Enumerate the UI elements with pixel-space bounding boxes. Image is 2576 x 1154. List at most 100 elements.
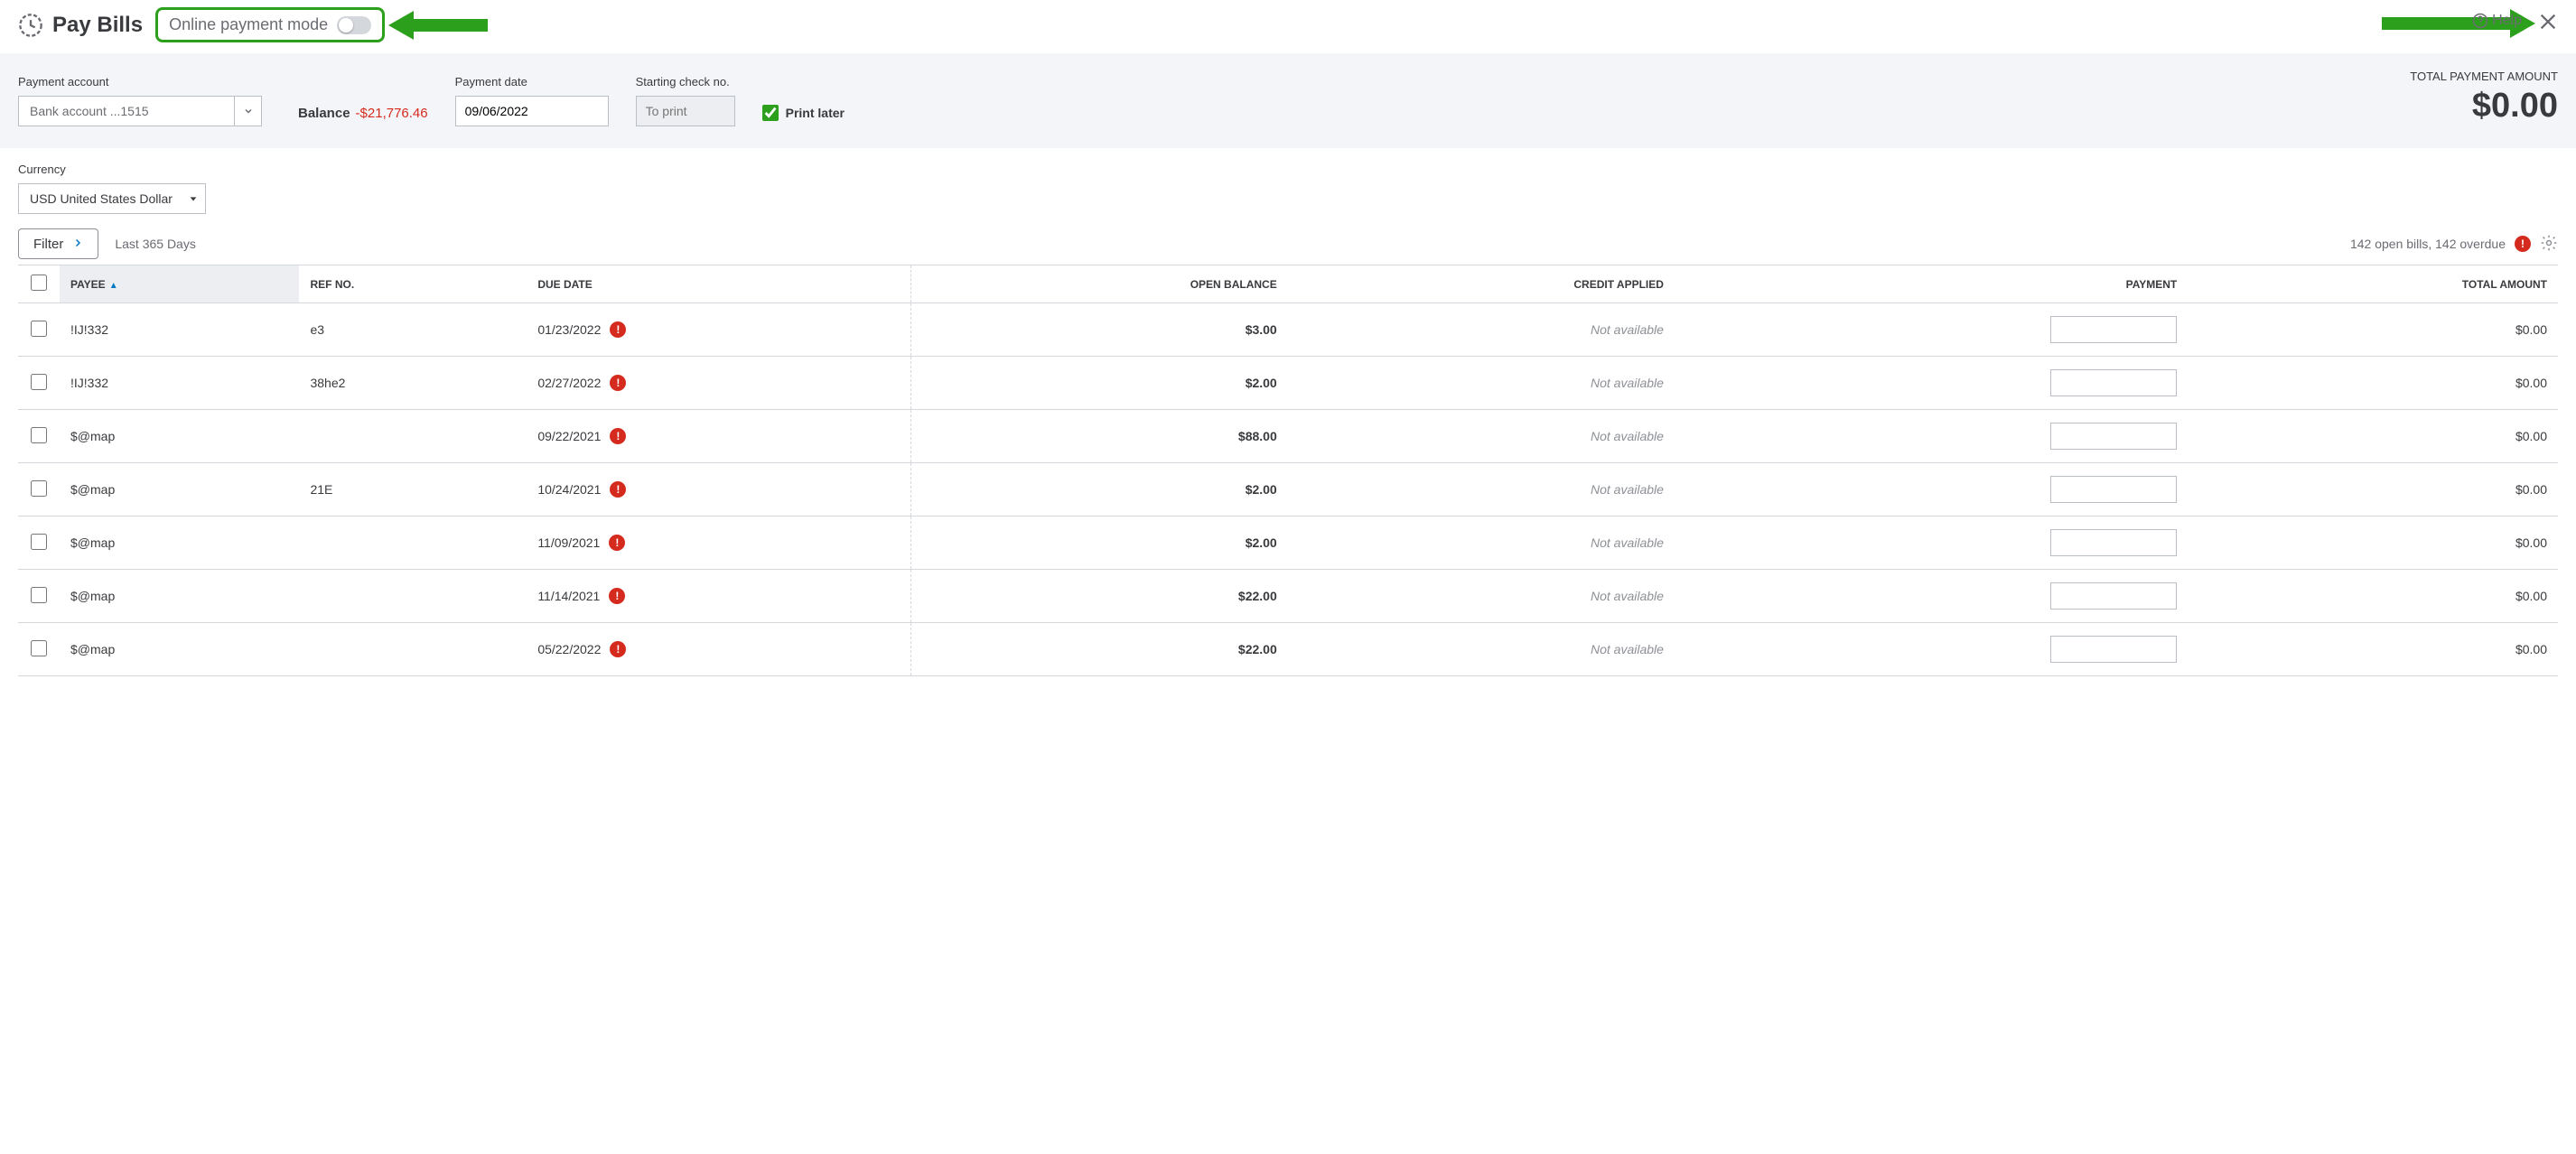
cell-payment — [1675, 623, 2188, 676]
cell-credit: Not available — [1288, 463, 1675, 517]
payment-input[interactable] — [2050, 316, 2177, 343]
cell-total: $0.00 — [2188, 623, 2558, 676]
content-section: Currency USD United States Dollar Filter… — [0, 148, 2576, 676]
cell-open-balance: $2.00 — [910, 463, 1288, 517]
total-payment-label: TOTAL PAYMENT AMOUNT — [2410, 70, 2558, 83]
table-row: $@map 21E 10/24/2021 ! $2.00 Not availab… — [18, 463, 2558, 517]
online-payment-mode-toggle[interactable] — [337, 16, 371, 34]
gear-icon[interactable] — [2540, 234, 2558, 255]
help-button[interactable]: Help — [2472, 13, 2522, 29]
currency-label: Currency — [18, 163, 2558, 176]
col-ref[interactable]: REF NO. — [299, 265, 527, 303]
col-payment[interactable]: PAYMENT — [1675, 265, 2188, 303]
filter-button[interactable]: Filter — [18, 228, 98, 259]
currency-select[interactable]: USD United States Dollar — [18, 183, 206, 214]
payment-input[interactable] — [2050, 529, 2177, 556]
overdue-icon: ! — [609, 535, 625, 551]
cell-open-balance: $3.00 — [910, 303, 1288, 357]
row-checkbox[interactable] — [31, 640, 47, 656]
overdue-icon: ! — [609, 588, 625, 604]
history-icon — [18, 13, 43, 38]
balance-display: Balance -$21,776.46 — [298, 106, 428, 121]
cell-due: 10/24/2021 ! — [527, 463, 910, 517]
cell-payment — [1675, 463, 2188, 517]
cell-payment — [1675, 357, 2188, 410]
cell-payment — [1675, 517, 2188, 570]
caret-down-icon — [189, 194, 198, 203]
overdue-icon: ! — [610, 375, 626, 391]
cell-due: 05/22/2022 ! — [527, 623, 910, 676]
row-checkbox[interactable] — [31, 587, 47, 603]
print-later-input[interactable] — [762, 105, 779, 121]
cell-ref — [299, 570, 527, 623]
row-checkbox[interactable] — [31, 321, 47, 337]
payment-account-label: Payment account — [18, 75, 262, 88]
cell-credit: Not available — [1288, 410, 1675, 463]
row-checkbox[interactable] — [31, 534, 47, 550]
cell-payment — [1675, 303, 2188, 357]
payment-settings-panel: Payment account Bank account ...1515 Bal… — [0, 53, 2576, 148]
cell-total: $0.00 — [2188, 357, 2558, 410]
table-row: $@map 09/22/2021 ! $88.00 Not available … — [18, 410, 2558, 463]
print-later-checkbox[interactable]: Print later — [762, 105, 845, 121]
payment-input[interactable] — [2050, 636, 2177, 663]
col-credit[interactable]: CREDIT APPLIED — [1288, 265, 1675, 303]
payment-account-group: Payment account Bank account ...1515 — [18, 75, 262, 126]
select-all-header — [18, 265, 60, 303]
overdue-icon: ! — [610, 321, 626, 338]
cell-credit: Not available — [1288, 303, 1675, 357]
alert-icon: ! — [2515, 236, 2531, 252]
cell-ref: e3 — [299, 303, 527, 357]
table-header-row: PAYEE▲ REF NO. DUE DATE OPEN BALANCE CRE… — [18, 265, 2558, 303]
total-payment-block: TOTAL PAYMENT AMOUNT $0.00 — [2410, 70, 2558, 126]
cell-credit: Not available — [1288, 570, 1675, 623]
cell-due: 11/14/2021 ! — [527, 570, 910, 623]
select-all-checkbox[interactable] — [31, 275, 47, 291]
cell-total: $0.00 — [2188, 410, 2558, 463]
cell-payee: !IJ!332 — [60, 357, 299, 410]
payment-input[interactable] — [2050, 423, 2177, 450]
currency-row: Currency USD United States Dollar — [18, 163, 2558, 214]
chevron-down-icon — [234, 97, 261, 126]
col-open-balance[interactable]: OPEN BALANCE — [910, 265, 1288, 303]
col-total[interactable]: TOTAL AMOUNT — [2188, 265, 2558, 303]
row-checkbox[interactable] — [31, 427, 47, 443]
col-due[interactable]: DUE DATE — [527, 265, 910, 303]
online-payment-mode-label: Online payment mode — [169, 15, 328, 34]
close-button[interactable] — [2538, 9, 2558, 38]
col-payee[interactable]: PAYEE▲ — [60, 265, 299, 303]
page-title: Pay Bills — [52, 13, 143, 38]
header-bar: Pay Bills Online payment mode Help — [0, 0, 2576, 53]
bills-summary: 142 open bills, 142 overdue ! — [2350, 234, 2558, 255]
cell-payment — [1675, 570, 2188, 623]
cell-ref — [299, 623, 527, 676]
cell-open-balance: $88.00 — [910, 410, 1288, 463]
cell-payee: $@map — [60, 570, 299, 623]
table-row: $@map 05/22/2022 ! $22.00 Not available … — [18, 623, 2558, 676]
payment-account-select[interactable]: Bank account ...1515 — [18, 96, 262, 126]
cell-ref: 38he2 — [299, 357, 527, 410]
cell-payee: !IJ!332 — [60, 303, 299, 357]
online-payment-mode-box: Online payment mode — [155, 7, 385, 42]
table-row: !IJ!332 e3 01/23/2022 ! $3.00 Not availa… — [18, 303, 2558, 357]
cell-credit: Not available — [1288, 623, 1675, 676]
filter-row: Filter Last 365 Days 142 open bills, 142… — [18, 228, 2558, 259]
payment-input[interactable] — [2050, 476, 2177, 503]
payment-date-input[interactable] — [455, 96, 609, 126]
row-checkbox[interactable] — [31, 374, 47, 390]
cell-due: 01/23/2022 ! — [527, 303, 910, 357]
sort-asc-icon: ▲ — [109, 281, 118, 291]
cell-open-balance: $2.00 — [910, 357, 1288, 410]
cell-payee: $@map — [60, 623, 299, 676]
total-payment-amount: $0.00 — [2410, 87, 2558, 126]
chevron-right-icon — [72, 237, 83, 252]
cell-credit: Not available — [1288, 517, 1675, 570]
overdue-icon: ! — [610, 641, 626, 657]
payment-input[interactable] — [2050, 369, 2177, 396]
row-checkbox[interactable] — [31, 480, 47, 497]
overdue-icon: ! — [610, 481, 626, 498]
cell-due: 11/09/2021 ! — [527, 517, 910, 570]
payment-input[interactable] — [2050, 582, 2177, 610]
annotation-arrow-toggle — [388, 7, 488, 43]
cell-total: $0.00 — [2188, 570, 2558, 623]
